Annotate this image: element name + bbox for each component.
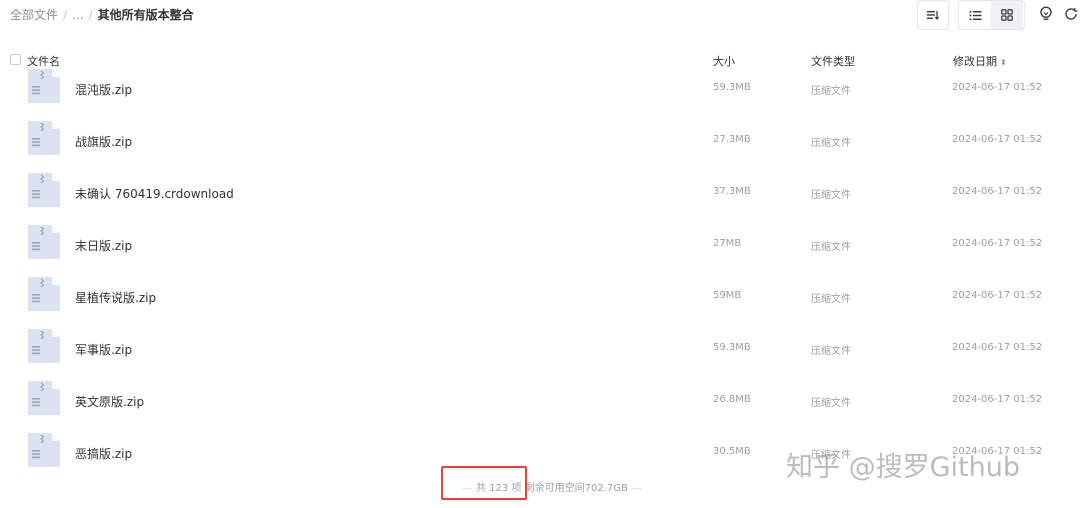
zip-file-icon xyxy=(28,433,60,467)
file-list: 混沌版.zip 59.3MB 压缩文件 2024-06-17 01:52 战旗版.zip… xyxy=(0,0,1080,508)
file-size: 27MB xyxy=(713,238,742,249)
file-date: 2024-06-17 01:52 xyxy=(952,82,1043,93)
file-type: 压缩文件 xyxy=(811,190,851,201)
file-date: 2024-06-17 01:52 xyxy=(952,342,1043,353)
free-space: 剩余可用空间702.7GB xyxy=(524,483,628,494)
file-type: 压缩文件 xyxy=(811,398,851,409)
zip-file-icon xyxy=(28,329,60,363)
file-row[interactable]: 英文原版.zip 26.8MB 压缩文件 2024-06-17 01:52 xyxy=(0,381,1080,421)
file-date: 2024-06-17 01:52 xyxy=(952,290,1043,301)
zip-file-icon xyxy=(28,173,60,207)
watermark: 知乎 @搜罗Github xyxy=(786,452,1020,483)
file-date: 2024-06-17 01:52 xyxy=(952,238,1043,249)
file-date: 2024-06-17 01:52 xyxy=(952,134,1043,145)
zip-file-icon xyxy=(28,277,60,311)
file-name: 英文原版.zip xyxy=(75,395,145,409)
file-type: 压缩文件 xyxy=(811,346,851,357)
file-size: 59MB xyxy=(713,290,742,301)
file-size: 26.8MB xyxy=(713,394,751,405)
file-name: 恶搞版.zip xyxy=(75,447,133,461)
footer-dash-right: — xyxy=(631,483,642,494)
file-name: 战旗版.zip xyxy=(75,135,133,149)
file-date: 2024-06-17 01:52 xyxy=(952,394,1043,405)
file-row[interactable]: 混沌版.zip 59.3MB 压缩文件 2024-06-17 01:52 xyxy=(0,69,1080,109)
file-row[interactable]: 未确认 760419.crdownload 37.3MB 压缩文件 2024-06-1… xyxy=(0,173,1080,213)
highlight-annotation-box xyxy=(441,466,527,500)
file-name: 军事版.zip xyxy=(75,343,133,357)
file-type: 压缩文件 xyxy=(811,86,851,97)
file-row[interactable]: 战旗版.zip 27.3MB 压缩文件 2024-06-17 01:52 xyxy=(0,121,1080,161)
file-type: 压缩文件 xyxy=(811,294,851,305)
file-size: 27.3MB xyxy=(713,134,751,145)
file-size: 30.5MB xyxy=(713,446,751,457)
file-size: 59.3MB xyxy=(713,82,751,93)
zip-file-icon xyxy=(28,121,60,155)
file-size: 59.3MB xyxy=(713,342,751,353)
file-name: 星植传说版.zip xyxy=(75,291,157,305)
file-name: 混沌版.zip xyxy=(75,83,133,97)
file-date: 2024-06-17 01:52 xyxy=(952,186,1043,197)
zip-file-icon xyxy=(28,381,60,415)
file-size: 37.3MB xyxy=(713,186,751,197)
zip-file-icon xyxy=(28,225,60,259)
file-row[interactable]: 军事版.zip 59.3MB 压缩文件 2024-06-17 01:52 xyxy=(0,329,1080,369)
file-type: 压缩文件 xyxy=(811,138,851,149)
file-row[interactable]: 末日版.zip 27MB 压缩文件 2024-06-17 01:52 xyxy=(0,225,1080,265)
file-name: 未确认 760419.crdownload xyxy=(75,187,234,201)
zip-file-icon xyxy=(28,69,60,103)
file-name: 末日版.zip xyxy=(75,239,133,253)
file-type: 压缩文件 xyxy=(811,242,851,253)
file-row[interactable]: 星植传说版.zip 59MB 压缩文件 2024-06-17 01:52 xyxy=(0,277,1080,317)
